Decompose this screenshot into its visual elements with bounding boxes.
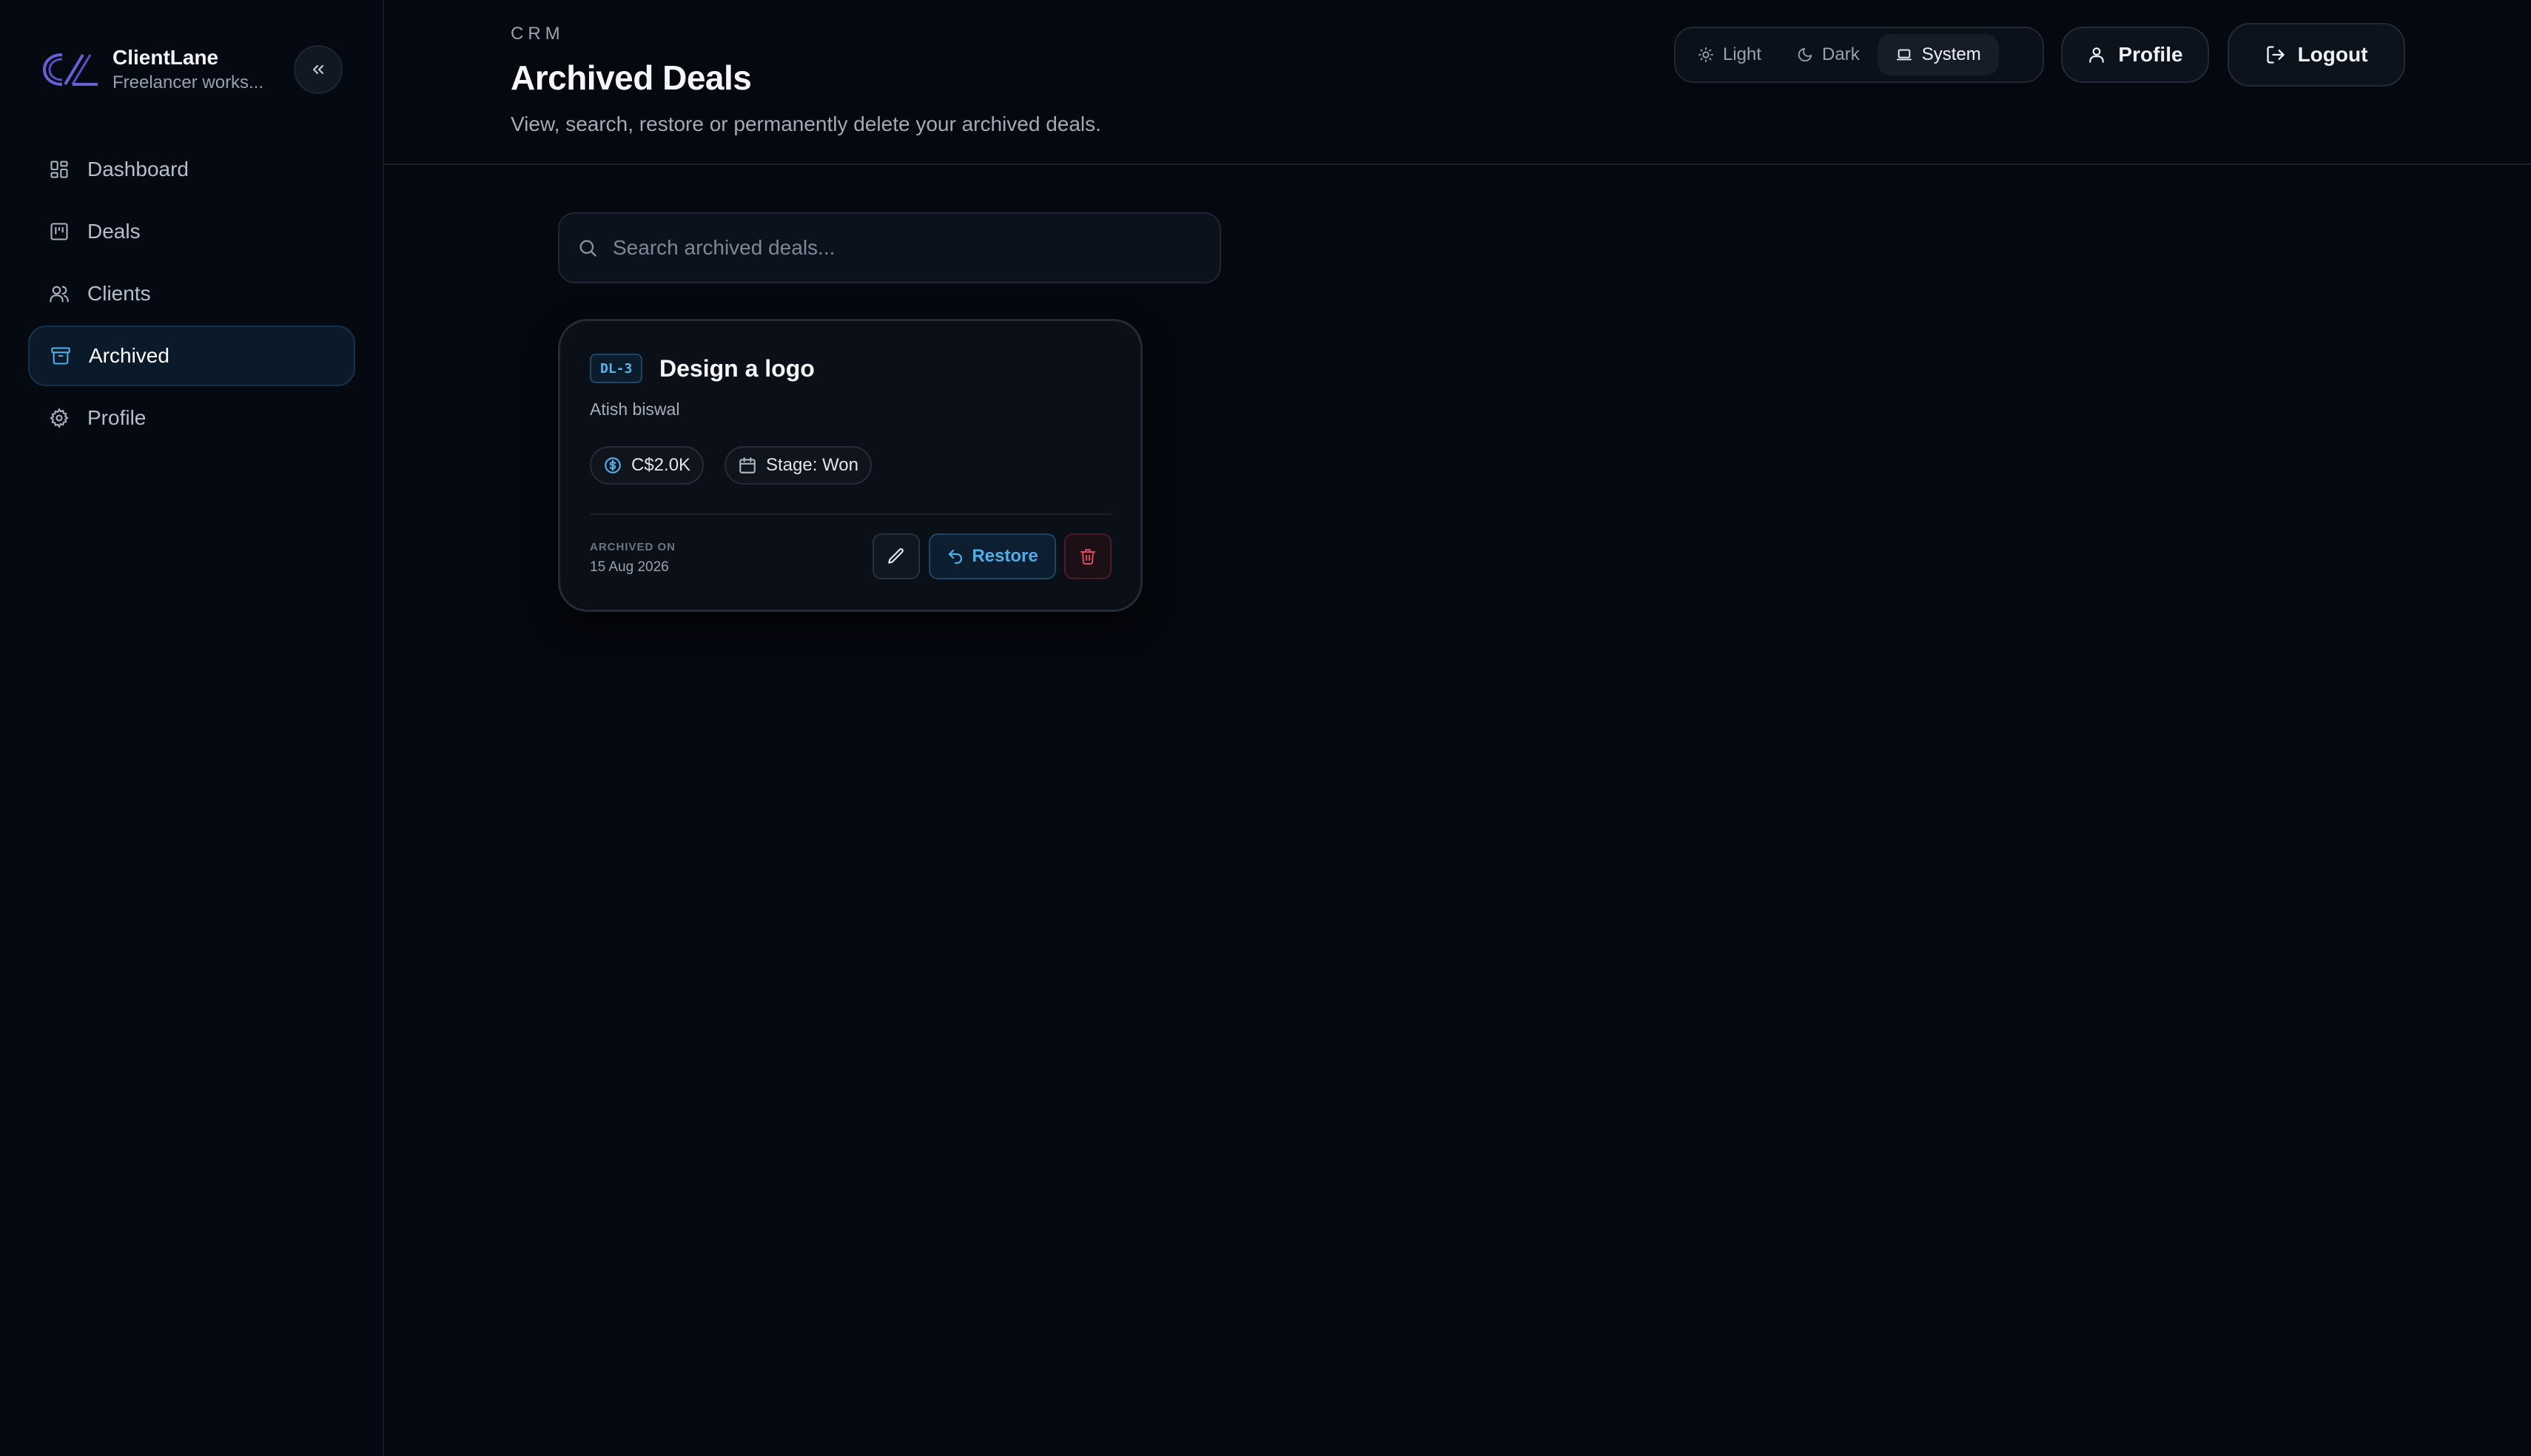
users-icon: [47, 282, 71, 306]
sun-icon: [1698, 47, 1714, 63]
restore-button-label: Restore: [972, 546, 1038, 566]
app-root: ClientLane Freelancer works... Dashboard: [0, 0, 2531, 1456]
sidebar-nav: Dashboard Deals Clients Archived Profile: [28, 139, 355, 450]
restore-button[interactable]: Restore: [929, 533, 1056, 579]
edit-button[interactable]: [873, 533, 920, 579]
sidebar-item-label: Clients: [87, 282, 151, 305]
logout-button[interactable]: Logout: [2228, 23, 2405, 87]
sidebar-item-label: Archived: [89, 344, 169, 367]
brand-subtitle: Freelancer works...: [112, 73, 264, 92]
page-subtitle: View, search, restore or permanently del…: [511, 112, 1101, 135]
archive-icon: [49, 344, 73, 368]
search-bar: [558, 212, 1221, 283]
theme-option-label: Dark: [1822, 44, 1860, 64]
search-input[interactable]: [613, 236, 1205, 260]
deal-card: DL-3 Design a logo Atish biswal C$2.0K S…: [558, 319, 1143, 612]
collapse-sidebar-button[interactable]: [294, 45, 343, 94]
chevrons-left-icon: [312, 64, 324, 75]
brand-logo-icon: [42, 53, 98, 86]
sidebar-item-deals[interactable]: Deals: [28, 201, 355, 262]
deal-stage: Stage: Won: [766, 455, 858, 475]
profile-button-label: Profile: [2118, 43, 2183, 66]
deal-stage-chip: Stage: Won: [725, 446, 872, 485]
deal-title: Design a logo: [659, 355, 815, 382]
sidebar-item-archived[interactable]: Archived: [28, 326, 355, 386]
user-icon: [2089, 47, 2105, 63]
deal-client: Atish biswal: [590, 400, 680, 419]
calendar-icon: [739, 457, 756, 473]
theme-option-light[interactable]: Light: [1680, 34, 1779, 75]
search-icon: [579, 240, 596, 257]
logout-icon: [2266, 46, 2285, 64]
sidebar-item-clients[interactable]: Clients: [28, 263, 355, 324]
theme-option-system[interactable]: System: [1877, 34, 1999, 75]
dashboard-icon: [47, 158, 71, 181]
card-divider: [590, 513, 1111, 515]
kanban-icon: [47, 220, 71, 243]
sidebar-item-label: Dashboard: [87, 158, 189, 181]
trash-icon: [1080, 549, 1095, 564]
section-eyebrow: CRM: [511, 24, 565, 44]
profile-button[interactable]: Profile: [2061, 27, 2209, 83]
sidebar-item-label: Profile: [87, 406, 147, 429]
gear-icon: [47, 406, 71, 430]
moon-icon: [1798, 47, 1812, 62]
sidebar-item-label: Deals: [87, 220, 141, 243]
theme-option-label: System: [1921, 44, 1981, 64]
deal-amount: C$2.0K: [631, 455, 691, 475]
deal-amount-chip: C$2.0K: [590, 446, 705, 485]
delete-button[interactable]: [1064, 533, 1112, 579]
page-header: CRM Archived Deals View, search, restore…: [384, 0, 2531, 165]
sidebar: ClientLane Freelancer works... Dashboard: [0, 0, 384, 1456]
sidebar-item-profile[interactable]: Profile: [28, 388, 355, 448]
page-title: Archived Deals: [511, 58, 752, 97]
brand-name: ClientLane: [112, 46, 219, 69]
theme-toggle: Light Dark System: [1674, 27, 2044, 83]
deal-id-badge: DL-3: [590, 354, 643, 383]
dollar-circle-icon: [605, 457, 621, 473]
pencil-icon: [888, 548, 904, 564]
theme-option-dark[interactable]: Dark: [1779, 34, 1878, 75]
archived-on-label: ARCHIVED ON: [590, 541, 676, 553]
undo-icon: [949, 549, 963, 564]
theme-option-label: Light: [1723, 44, 1762, 64]
sidebar-item-dashboard[interactable]: Dashboard: [28, 139, 355, 200]
archived-date: 15 Aug 2026: [590, 559, 669, 575]
laptop-icon: [1896, 49, 1912, 61]
logout-button-label: Logout: [2297, 43, 2368, 66]
